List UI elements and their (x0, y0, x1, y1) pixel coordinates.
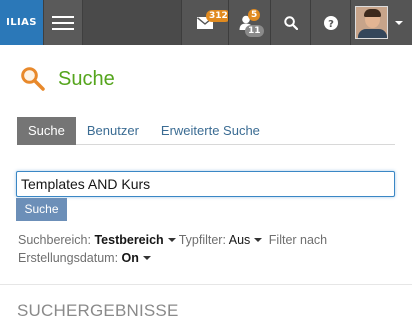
contacts-total-badge: 11 (245, 25, 264, 37)
user-menu[interactable] (350, 0, 412, 45)
search-button[interactable] (270, 0, 310, 45)
contacts-new-badge: 5 (248, 9, 261, 21)
avatar (355, 6, 388, 39)
contacts-button[interactable]: 5 11 (228, 0, 270, 45)
tab-erweiterte-suche[interactable]: Erweiterte Suche (150, 117, 271, 145)
magnifier-icon (21, 67, 45, 91)
help-icon: ? (323, 15, 338, 30)
svg-text:?: ? (328, 18, 334, 29)
main-menu-button[interactable] (43, 0, 83, 45)
tab-suche[interactable]: Suche (17, 117, 76, 145)
results-heading: SUCHERGEBNISSE (17, 301, 179, 320)
date-value: On (121, 251, 139, 265)
mail-button[interactable]: 312 (181, 0, 231, 45)
page-header: Suche (20, 66, 115, 92)
chevron-down-icon (395, 20, 403, 25)
type-dropdown[interactable]: Aus (229, 233, 266, 247)
caret-down-icon (254, 237, 263, 242)
hamburger-icon (52, 15, 74, 18)
area-label: Suchbereich: (18, 233, 91, 247)
type-value: Aus (228, 233, 251, 247)
tab-bar: Suche Benutzer Erweiterte Suche (17, 117, 395, 145)
caret-down-icon (167, 237, 176, 242)
area-value: Testbereich (94, 233, 164, 247)
ilias-logo[interactable]: ILIAS (0, 0, 43, 45)
top-bar: ILIAS 312 5 11 ? (0, 0, 412, 45)
search-submit-button[interactable]: Suche (16, 198, 67, 221)
page-title: Suche (58, 67, 115, 90)
search-filters: Suchbereich: Testbereich Typfilter: Aus F… (18, 231, 398, 267)
tab-benutzer[interactable]: Benutzer (76, 117, 150, 145)
date-dropdown[interactable]: On (122, 251, 154, 265)
help-button[interactable]: ? (310, 0, 350, 45)
divider (0, 284, 412, 285)
type-label: Typfilter: (178, 233, 226, 247)
search-input[interactable] (16, 171, 395, 197)
logo-text: ILIAS (6, 17, 37, 28)
search-icon (283, 15, 298, 30)
caret-down-icon (142, 255, 151, 260)
area-dropdown[interactable]: Testbereich (94, 233, 178, 247)
